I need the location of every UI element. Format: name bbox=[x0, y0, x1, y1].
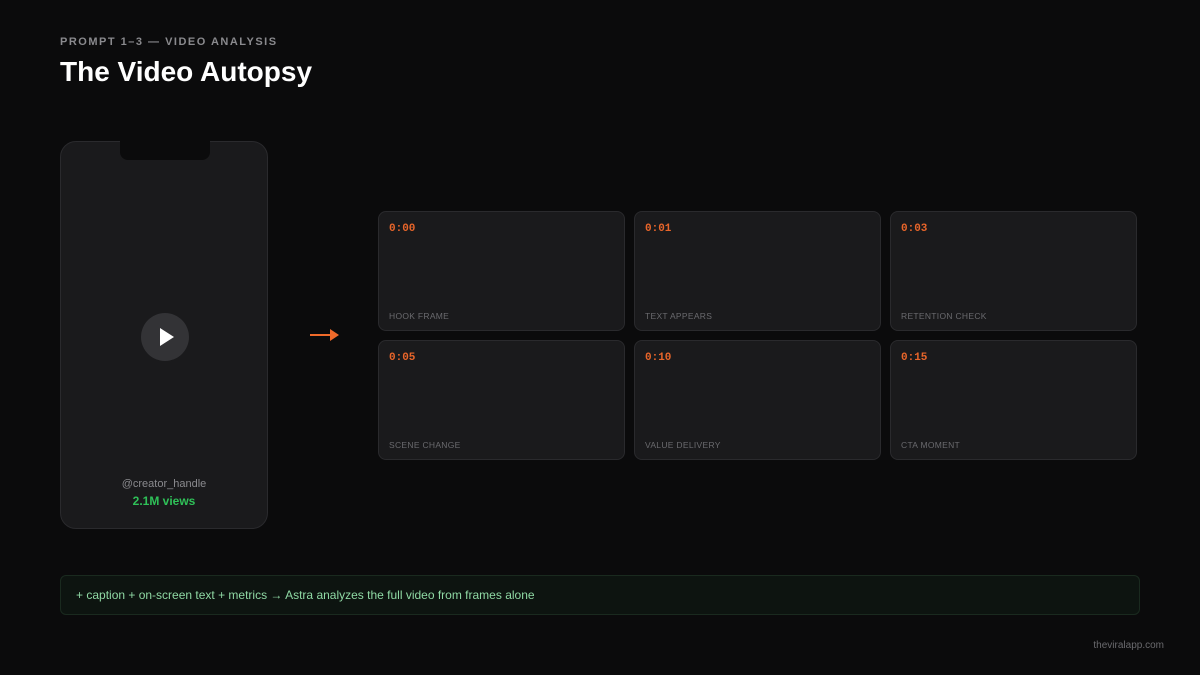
page-title: The Video Autopsy bbox=[60, 56, 313, 87]
frame-card: 0:03 RETENTION CHECK bbox=[890, 211, 1137, 331]
frame-label: VALUE DELIVERY bbox=[645, 440, 721, 450]
analysis-note: + caption + on-screen text + metrics → A… bbox=[60, 575, 1140, 615]
arrow-right-icon bbox=[310, 324, 340, 346]
frame-timestamp: 0:03 bbox=[901, 223, 928, 235]
frame-card: 0:15 CTA MOMENT bbox=[890, 340, 1137, 460]
frame-timestamp: 0:10 bbox=[645, 352, 672, 364]
play-icon bbox=[160, 328, 174, 346]
frame-label: SCENE CHANGE bbox=[389, 440, 461, 450]
creator-handle: @creator_handle bbox=[121, 478, 207, 490]
frame-card: 0:05 SCENE CHANGE bbox=[378, 340, 625, 460]
frame-card: 0:10 VALUE DELIVERY bbox=[634, 340, 881, 460]
frame-label: TEXT APPEARS bbox=[645, 311, 713, 321]
frame-timestamp: 0:05 bbox=[389, 352, 416, 364]
view-count: 2.1M views bbox=[132, 494, 196, 508]
frame-label: RETENTION CHECK bbox=[901, 311, 987, 321]
frame-label: HOOK FRAME bbox=[389, 311, 450, 321]
frame-card: 0:01 TEXT APPEARS bbox=[634, 211, 881, 331]
frame-timestamp: 0:15 bbox=[901, 352, 928, 364]
frame-card: 0:00 HOOK FRAME bbox=[378, 211, 625, 331]
phone-notch bbox=[120, 141, 210, 160]
phone-mockup: @creator_handle 2.1M views bbox=[60, 141, 268, 529]
frame-label: CTA MOMENT bbox=[901, 440, 961, 450]
play-button[interactable] bbox=[141, 313, 189, 361]
footer-url: theviralapp.com bbox=[1093, 640, 1164, 651]
eyebrow: PROMPT 1–3 — VIDEO ANALYSIS bbox=[60, 36, 278, 48]
frame-timestamp: 0:00 bbox=[389, 223, 416, 235]
frame-grid: 0:00 HOOK FRAME 0:01 TEXT APPEARS 0:03 R… bbox=[378, 211, 1140, 461]
frame-timestamp: 0:01 bbox=[645, 223, 672, 235]
